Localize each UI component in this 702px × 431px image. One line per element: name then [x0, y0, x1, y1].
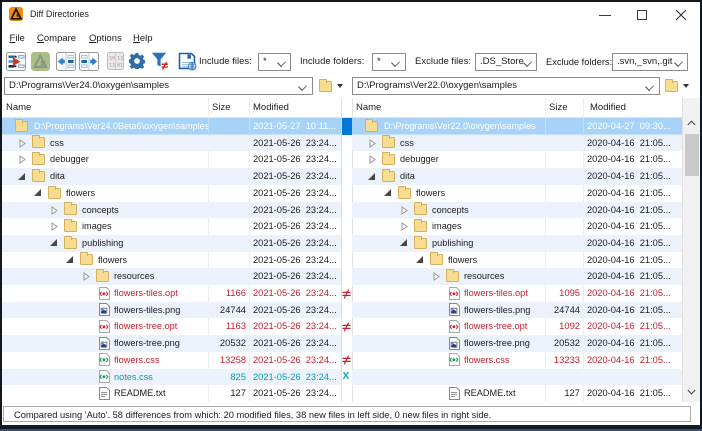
svg-text:11: 11: [117, 55, 124, 62]
svg-text:11: 11: [109, 62, 116, 69]
svg-text:0: 0: [112, 55, 115, 62]
